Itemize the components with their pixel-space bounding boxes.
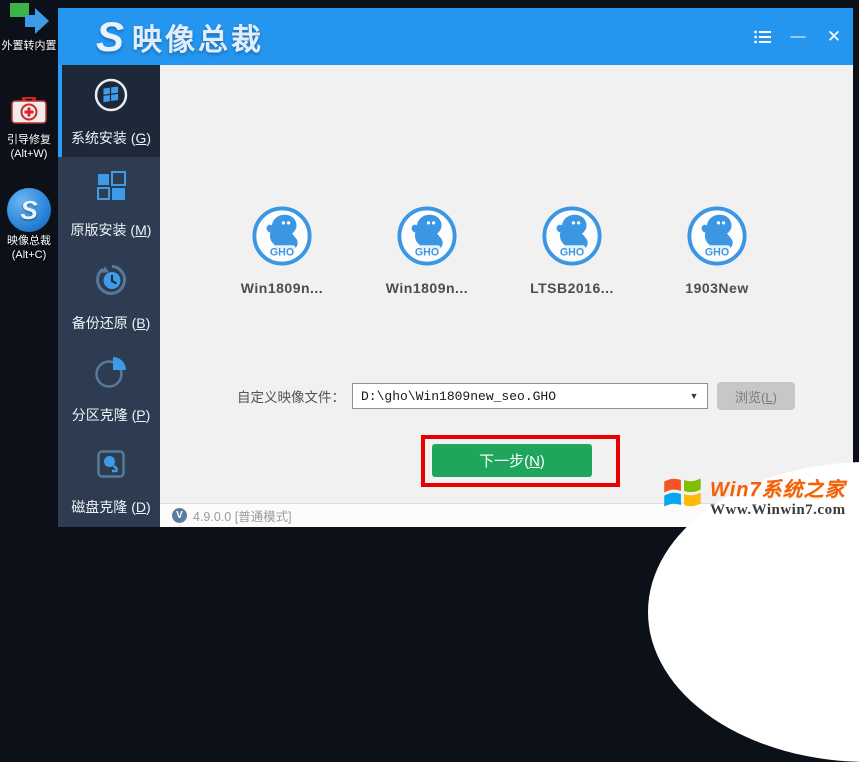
gho-ghost-icon: GHO [396, 205, 458, 267]
pie-chart-icon [91, 352, 131, 397]
sidebar-item-disk-clone[interactable]: 磁盘克隆 (D) [58, 435, 160, 527]
external-transfer-icon [6, 27, 52, 39]
first-aid-kit-icon [7, 121, 51, 133]
gho-image-label: 1903New [685, 280, 748, 296]
sidebar-item-original-install[interactable]: 原版安装 (M) [58, 157, 160, 249]
title-bar: S 映像总裁 — ✕ [58, 8, 853, 65]
watermark: Win7系统之家 Www.Winwin7.com [658, 468, 858, 523]
sgi-logo-icon: S [7, 188, 51, 232]
sidebar-item-label: 分区克隆 (P) [72, 405, 151, 425]
sidebar-item-label: 磁盘克隆 (D) [71, 497, 150, 517]
desktop-icon-label: 引导修复 [1, 133, 57, 147]
image-path-combobox[interactable]: D:\gho\Win1809new_seo.GHO ▼ [352, 383, 708, 409]
image-path-value: D:\gho\Win1809new_seo.GHO [353, 389, 681, 404]
desktop-icon-boot-repair[interactable]: 引导修复 (Alt+W) [1, 88, 57, 161]
sidebar-item-system-install[interactable]: 系统安装 (G) [58, 65, 160, 157]
gho-image-item[interactable]: GHO Win1809n... [220, 205, 344, 296]
sidebar-item-label: 原版安装 (M) [71, 220, 152, 240]
version-badge-icon: V [172, 508, 187, 523]
restore-clock-icon [91, 260, 131, 305]
sidebar-item-partition-clone[interactable]: 分区克隆 (P) [58, 342, 160, 434]
app-window: S 映像总裁 — ✕ [58, 8, 853, 527]
desktop-icon-hotkey: (Alt+W) [1, 147, 57, 161]
gho-image-item[interactable]: GHO Win1809n... [365, 205, 489, 296]
sidebar-item-backup-restore[interactable]: 备份还原 (B) [58, 250, 160, 342]
dropdown-arrow-icon[interactable]: ▼ [681, 391, 707, 401]
window-controls: — ✕ [751, 26, 845, 48]
gho-image-item[interactable]: GHO 1903New [655, 205, 779, 296]
browse-button[interactable]: 浏览(L) [717, 382, 795, 410]
svg-text:GHO: GHO [705, 246, 729, 258]
gho-image-item[interactable]: GHO LTSB2016... [510, 205, 634, 296]
gho-image-label: Win1809n... [386, 280, 468, 296]
minimize-button[interactable]: — [787, 26, 809, 48]
svg-text:GHO: GHO [270, 246, 294, 258]
app-title: 映像总裁 [132, 15, 264, 59]
custom-image-file-row: 自定义映像文件： D:\gho\Win1809new_seo.GHO ▼ 浏览(… [160, 382, 853, 410]
menu-icon[interactable] [751, 26, 773, 48]
windows-flag-icon [658, 468, 708, 523]
sidebar-item-label: 备份还原 (B) [72, 313, 151, 333]
sidebar: 系统安装 (G) 原版安装 (M) [58, 65, 160, 527]
gho-image-list: GHO Win1809n... GHO Win1809n... [220, 205, 779, 296]
windows-squares-icon [91, 167, 131, 212]
gho-ghost-icon: GHO [251, 205, 313, 267]
desktop-icon-external-to-internal[interactable]: 外置转内置 [1, 2, 57, 53]
svg-text:GHO: GHO [415, 246, 439, 258]
disk-magnifier-icon [91, 444, 131, 489]
app-logo: S 映像总裁 [96, 15, 264, 59]
gho-ghost-icon: GHO [686, 205, 748, 267]
desktop-icon-label: 外置转内置 [1, 39, 57, 53]
content-area: GHO Win1809n... GHO Win1809n... [160, 65, 853, 503]
watermark-title: Win7系统之家 [710, 473, 846, 502]
custom-image-file-label: 自定义映像文件： [237, 386, 345, 406]
gho-image-label: Win1809n... [241, 280, 323, 296]
next-step-button[interactable]: 下一步(N) [432, 444, 592, 477]
close-button[interactable]: ✕ [823, 26, 845, 48]
desktop-icon-label: 映像总裁 [1, 234, 57, 248]
gho-ghost-icon: GHO [541, 205, 603, 267]
desktop-icon-sgi[interactable]: S 映像总裁 (Alt+C) [1, 188, 57, 262]
watermark-url: Www.Winwin7.com [710, 502, 846, 519]
desktop-icon-hotkey: (Alt+C) [1, 248, 57, 262]
red-highlight-annotation: 下一步(N) [421, 435, 620, 487]
svg-text:GHO: GHO [560, 246, 584, 258]
main-panel: GHO Win1809n... GHO Win1809n... [160, 65, 853, 527]
system-install-icon [91, 75, 131, 120]
sidebar-item-label: 系统安装 (G) [71, 128, 151, 148]
logo-s-icon: S [96, 16, 124, 58]
version-text: 4.9.0.0 [普通模式] [193, 506, 292, 525]
gho-image-label: LTSB2016... [530, 280, 614, 296]
